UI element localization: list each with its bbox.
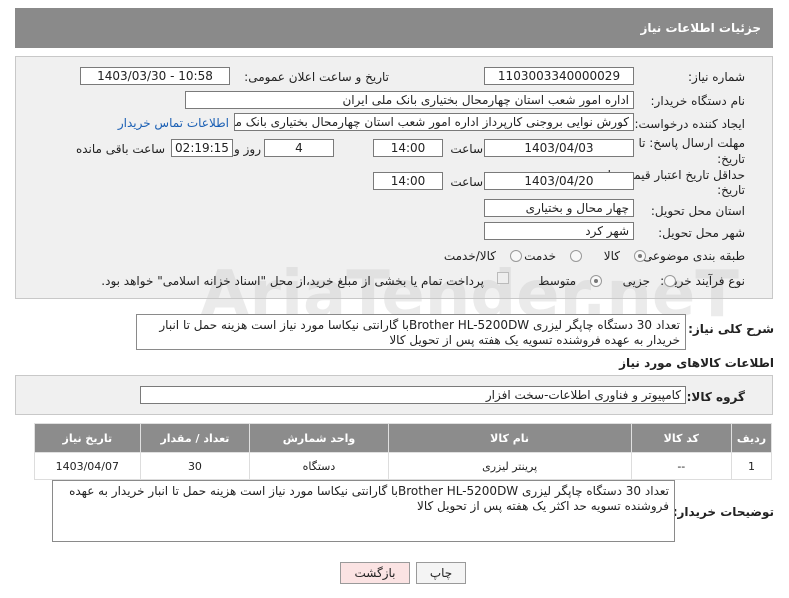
col-name: نام کالا [387,423,632,453]
deadline-label-2: تاریخ: [717,152,745,166]
validity-time-field: 14:00 [373,172,443,190]
remaining-time-field: 02:19:15 [171,139,233,157]
col-date: تاریخ نیاز [34,423,141,453]
goods-table: ردیف کد کالا نام کالا واحد شمارش تعداد /… [34,423,772,480]
validity-date-field: 1403/04/20 [484,172,634,190]
remaining-label: ساعت باقی مانده [75,142,165,156]
buyer-org-label: نام دستگاه خریدار: [650,94,746,108]
contact-buyer-link[interactable]: اطلاعات تماس خریدار [118,116,229,130]
goods-group-field: کامپیوتر و فناوری اطلاعات-سخت افزار [140,386,686,404]
summary-label: شرح کلی نیاز: [688,322,774,336]
category-radio-service[interactable] [570,250,582,262]
category-label: طبقه بندی موضوعی: [638,249,745,263]
buyer-notes-textarea: تعداد 30 دستگاه چاپگر لیزری Brother HL-5… [52,480,675,542]
goods-group-label: گروه کالا: [686,390,745,404]
creator-label: ایجاد کننده درخواست: [634,117,745,131]
days-field: 4 [264,139,334,157]
back-button[interactable]: بازگشت [340,562,410,584]
page-title: جزئیات اطلاعات نیاز [640,21,761,35]
need-number-label: شماره نیاز: [688,70,745,84]
cell-name: پرینتر لیزری [387,452,632,480]
col-qty: تعداد / مقدار [139,423,251,453]
cell-date: 1403/04/07 [34,452,141,480]
category-option-service: خدمت [524,249,556,263]
validity-label-2: تاریخ: [717,183,745,197]
category-option-goods: کالا [603,249,620,263]
process-radio-medium[interactable] [590,275,602,287]
deadline-time-label: ساعت [450,142,483,156]
goods-section-title: اطلاعات کالاهای مورد نیاز [619,356,774,370]
process-radio-minor[interactable] [664,275,676,287]
summary-textarea: تعداد 30 دستگاه چاپگر لیزری Brother HL-5… [136,314,686,350]
deadline-label-1: مهلت ارسال پاسخ: تا [638,136,745,150]
validity-time-label: ساعت [450,175,483,189]
announce-field: 1403/03/30 - 10:58 [80,67,230,85]
category-radio-both[interactable] [510,250,522,262]
table-row: 1 -- پرینتر لیزری دستگاه 30 1403/04/07 [34,452,772,480]
col-code: کد کالا [630,423,733,453]
city-field: شهر کرد [484,222,634,240]
process-option-minor: جزیی [622,274,650,288]
announce-label: تاریخ و ساعت اعلان عمومی: [244,70,389,84]
treasury-payment-checkbox[interactable] [497,272,509,284]
cell-row: 1 [731,452,772,480]
col-row: ردیف [731,423,772,453]
cell-unit: دستگاه [249,452,389,480]
cell-qty: 30 [139,452,251,480]
category-option-both: کالا/خدمت [443,249,496,263]
category-radio-goods[interactable] [634,250,646,262]
province-label: استان محل تحویل: [650,204,745,218]
page-header: جزئیات اطلاعات نیاز [15,8,773,48]
process-option-medium: متوسط [538,274,576,288]
buyer-notes-label: توضیحات خریدار: [672,505,774,519]
city-label: شهر محل تحویل: [658,226,745,240]
days-label: روز و [234,142,261,156]
payment-note: پرداخت تمام یا بخشی از مبلغ خرید،از محل … [101,274,484,288]
col-unit: واحد شمارش [249,423,389,453]
deadline-date-field: 1403/04/03 [484,139,634,157]
deadline-time-field: 14:00 [373,139,443,157]
province-field: چهار محال و بختیاری [484,199,634,217]
creator-field: کورش نوایی بروجنی کارپرداز اداره امور شع… [234,113,634,131]
print-button[interactable]: چاپ [416,562,466,584]
cell-code: -- [630,452,733,480]
buyer-org-field: اداره امور شعب استان چهارمحال بختیاری با… [185,91,634,109]
need-number-field: 1103003340000029 [484,67,634,85]
goods-table-header: ردیف کد کالا نام کالا واحد شمارش تعداد /… [34,423,772,453]
